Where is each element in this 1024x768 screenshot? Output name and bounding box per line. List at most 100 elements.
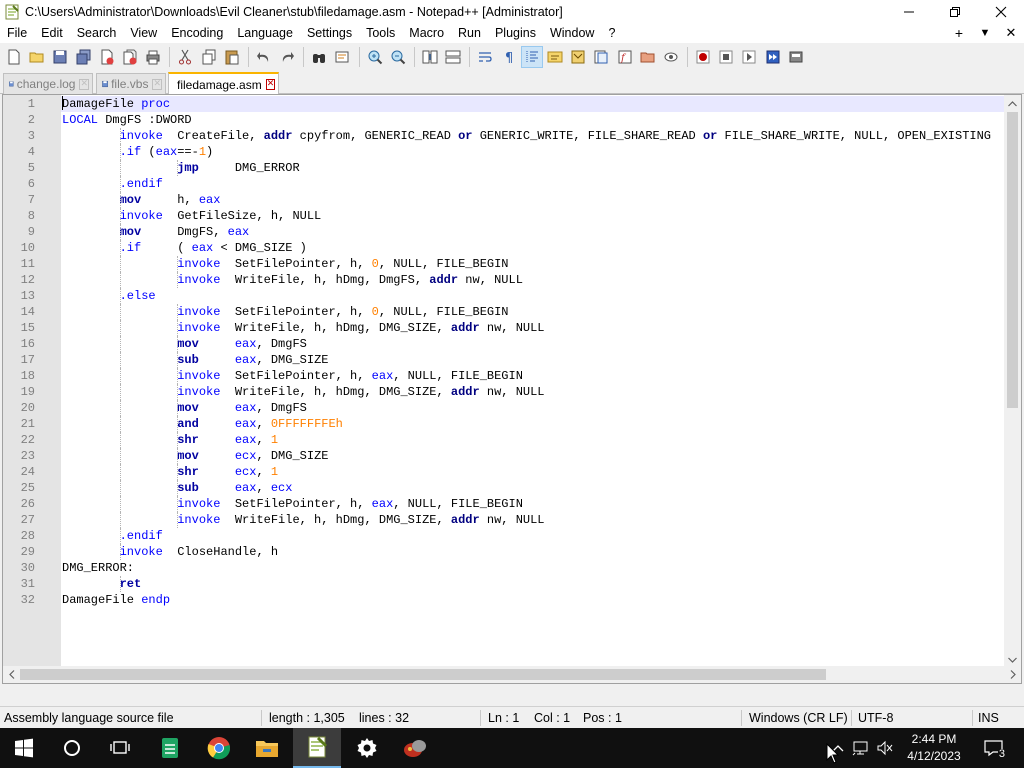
scroll-up-arrow[interactable]: [1004, 95, 1021, 112]
scroll-right-arrow[interactable]: [1004, 666, 1021, 683]
code-line[interactable]: 24 shr ecx, 1: [3, 464, 1003, 480]
line-number[interactable]: 11: [3, 256, 35, 272]
taskbar-evil-cleaner-app[interactable]: [391, 728, 439, 768]
code-text[interactable]: .endif: [61, 528, 1021, 544]
network-status[interactable]: [850, 728, 872, 768]
tab-close-icon[interactable]: ✕: [265, 79, 276, 90]
menu-help[interactable]: ?: [601, 23, 622, 43]
record-macro-button[interactable]: [692, 46, 714, 68]
code-line[interactable]: 22 shr eax, 1: [3, 432, 1003, 448]
menu-window[interactable]: Window: [543, 23, 601, 43]
doc-list-button[interactable]: [590, 46, 612, 68]
code-line[interactable]: 21 and eax, 0FFFFFFFEh: [3, 416, 1003, 432]
vertical-scrollbar[interactable]: [1004, 95, 1021, 668]
horizontal-scroll-thumb[interactable]: [20, 669, 826, 680]
status-eol[interactable]: Windows (CR LF): [749, 707, 848, 729]
minimize-button[interactable]: [886, 0, 932, 23]
line-number[interactable]: 27: [3, 512, 35, 528]
line-number[interactable]: 22: [3, 432, 35, 448]
code-line[interactable]: 3 invoke CreateFile, addr cpyfrom, GENER…: [3, 128, 1003, 144]
line-number[interactable]: 6: [3, 176, 35, 192]
play-macro-button[interactable]: [738, 46, 760, 68]
code-text[interactable]: invoke WriteFile, h, hDmg, DMG_SIZE, add…: [61, 320, 1021, 336]
taskbar-clock[interactable]: 2:44 PM 4/12/2023: [896, 731, 972, 765]
task-view-button[interactable]: [96, 728, 144, 768]
line-number[interactable]: 7: [3, 192, 35, 208]
code-text[interactable]: invoke CreateFile, addr cpyfrom, GENERIC…: [61, 128, 1021, 144]
code-line[interactable]: 16 mov eax, DmgFS: [3, 336, 1003, 352]
line-number[interactable]: 15: [3, 320, 35, 336]
doc-map-button[interactable]: [567, 46, 589, 68]
word-wrap-button[interactable]: [474, 46, 496, 68]
find-button[interactable]: [308, 46, 330, 68]
code-line[interactable]: 9 mov DmgFS, eax: [3, 224, 1003, 240]
paste-button[interactable]: [221, 46, 243, 68]
line-number[interactable]: 19: [3, 384, 35, 400]
status-insert-mode[interactable]: INS: [978, 707, 999, 729]
menu-file[interactable]: File: [0, 23, 34, 43]
line-number[interactable]: 10: [3, 240, 35, 256]
taskbar-chrome[interactable]: [195, 728, 243, 768]
code-text[interactable]: invoke GetFileSize, h, NULL: [61, 208, 1021, 224]
code-line[interactable]: 23 mov ecx, DMG_SIZE: [3, 448, 1003, 464]
code-text[interactable]: mov ecx, DMG_SIZE: [61, 448, 1021, 464]
code-line[interactable]: 31 ret: [3, 576, 1003, 592]
menu-search[interactable]: Search: [70, 23, 124, 43]
open-file-button[interactable]: [26, 46, 48, 68]
cut-button[interactable]: [174, 46, 196, 68]
save-button[interactable]: [49, 46, 71, 68]
line-number[interactable]: 5: [3, 160, 35, 176]
code-lines[interactable]: 1 DamageFile proc 2 LOCAL DmgFS :DWORD 3 inv…: [3, 96, 1021, 608]
replace-button[interactable]: [331, 46, 353, 68]
code-text[interactable]: invoke WriteFile, h, hDmg, DMG_SIZE, add…: [61, 512, 1021, 528]
function-list-button[interactable]: f: [614, 46, 636, 68]
menu-language[interactable]: Language: [230, 23, 300, 43]
menu-settings[interactable]: Settings: [300, 23, 359, 43]
zoom-in-button[interactable]: [364, 46, 386, 68]
line-number[interactable]: 30: [3, 560, 35, 576]
code-line[interactable]: 1 DamageFile proc: [3, 96, 1021, 112]
menu-encoding[interactable]: Encoding: [164, 23, 230, 43]
code-text[interactable]: .if ( eax < DMG_SIZE ): [61, 240, 1021, 256]
code-text[interactable]: sub eax, DMG_SIZE: [61, 352, 1021, 368]
menu-tools[interactable]: Tools: [359, 23, 402, 43]
code-text[interactable]: invoke SetFilePointer, h, eax, NULL, FIL…: [61, 496, 1021, 512]
line-number[interactable]: 20: [3, 400, 35, 416]
code-line[interactable]: 32 DamageFile endp: [3, 592, 1003, 608]
code-text[interactable]: .else: [61, 288, 1021, 304]
line-number[interactable]: 1: [3, 96, 35, 112]
code-line[interactable]: 5 jmp DMG_ERROR: [3, 160, 1003, 176]
menu-view[interactable]: View: [123, 23, 164, 43]
code-line[interactable]: 13 .else: [3, 288, 1003, 304]
code-text[interactable]: invoke WriteFile, h, hDmg, DMG_SIZE, add…: [61, 384, 1021, 400]
code-text[interactable]: DamageFile proc: [61, 96, 1021, 112]
start-button[interactable]: [0, 728, 48, 768]
code-text[interactable]: .if (eax==-1): [61, 144, 1021, 160]
code-line[interactable]: 12 invoke WriteFile, h, hDmg, DmgFS, add…: [3, 272, 1003, 288]
line-number[interactable]: 31: [3, 576, 35, 592]
code-line[interactable]: 19 invoke WriteFile, h, hDmg, DMG_SIZE, …: [3, 384, 1003, 400]
code-text[interactable]: invoke WriteFile, h, hDmg, DmgFS, addr n…: [61, 272, 1021, 288]
taskbar-notepadpp[interactable]: [293, 728, 341, 768]
code-text[interactable]: and eax, 0FFFFFFFEh: [61, 416, 1021, 432]
undo-button[interactable]: [253, 46, 275, 68]
code-text[interactable]: mov eax, DmgFS: [61, 400, 1021, 416]
volume-control[interactable]: [874, 728, 896, 768]
line-number[interactable]: 4: [3, 144, 35, 160]
code-line[interactable]: 26 invoke SetFilePointer, h, eax, NULL, …: [3, 496, 1003, 512]
taskbar-file-explorer[interactable]: [243, 728, 291, 768]
code-line[interactable]: 30 DMG_ERROR:: [3, 560, 1003, 576]
menu-plugins[interactable]: Plugins: [488, 23, 543, 43]
sync-vertical-button[interactable]: [419, 46, 441, 68]
tab-close-icon[interactable]: ✕: [79, 78, 89, 90]
copy-button[interactable]: [198, 46, 220, 68]
code-text[interactable]: shr eax, 1: [61, 432, 1021, 448]
close-button[interactable]: [978, 0, 1024, 23]
code-text[interactable]: mov eax, DmgFS: [61, 336, 1021, 352]
code-line[interactable]: 10 .if ( eax < DMG_SIZE ): [3, 240, 1003, 256]
code-line[interactable]: 15 invoke WriteFile, h, hDmg, DMG_SIZE, …: [3, 320, 1003, 336]
code-line[interactable]: 6 .endif: [3, 176, 1003, 192]
vertical-scroll-thumb[interactable]: [1007, 112, 1018, 408]
code-text[interactable]: .endif: [61, 176, 1021, 192]
code-line[interactable]: 25 sub eax, ecx: [3, 480, 1003, 496]
